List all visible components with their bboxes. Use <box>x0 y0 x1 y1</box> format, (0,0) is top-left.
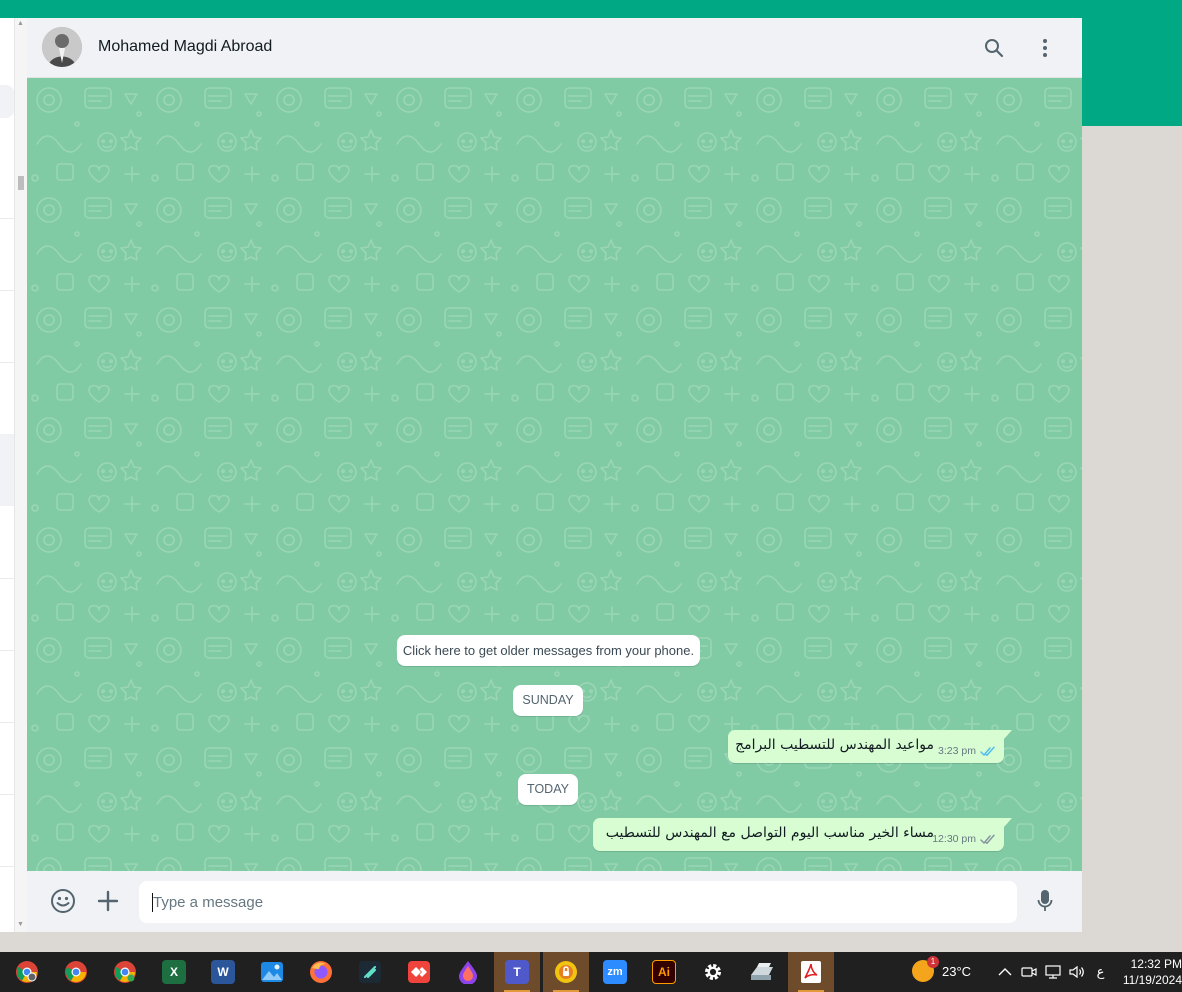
illustrator-icon: Ai <box>652 960 676 984</box>
sidebar-divider <box>0 578 14 579</box>
taskbar-app-teams[interactable]: T <box>494 952 540 992</box>
avatar[interactable] <box>42 27 82 67</box>
chrome-icon <box>114 961 136 983</box>
vpn-icon <box>555 961 577 983</box>
excel-icon: X <box>162 960 186 984</box>
system-tray: ع <box>996 962 1109 982</box>
taskbar-app-illustrator[interactable]: Ai <box>641 952 687 992</box>
drop-icon <box>459 961 477 984</box>
sidebar-divider <box>0 722 14 723</box>
compose-bar <box>27 871 1082 932</box>
taskbar-app-drop[interactable] <box>445 952 491 992</box>
weather-widget[interactable]: 1 23°C <box>912 956 972 982</box>
search-icon[interactable] <box>981 35 1007 61</box>
sidebar-divider <box>0 362 14 363</box>
attach-plus-icon[interactable] <box>94 887 122 915</box>
anydesk-icon <box>408 961 430 983</box>
text-caret <box>152 893 153 912</box>
sidebar-divider <box>0 290 14 291</box>
message-list[interactable]: Click here to get older messages from yo… <box>27 78 1082 871</box>
date-divider-today: TODAY <box>518 774 578 805</box>
taskbar-clock[interactable]: 12:32 PM 11/19/2024 <box>1118 956 1182 988</box>
clock-time: 12:32 PM <box>1130 957 1182 971</box>
read-ticks-icon <box>980 834 995 844</box>
outgoing-message[interactable]: مواعيد المهندس للتسطيب البرامج 3:23 pm <box>728 730 1012 763</box>
input-language-indicator[interactable]: ع <box>1092 962 1109 982</box>
message-text: مساء الخير مناسب اليوم التواصل مع المهند… <box>605 825 934 841</box>
taskbar-app-vpn[interactable] <box>543 952 589 992</box>
sidebar-divider <box>0 866 14 867</box>
camera-meet-icon[interactable] <box>1020 962 1037 982</box>
firefox-icon <box>310 961 332 983</box>
taskbar-app-word[interactable]: W <box>200 952 246 992</box>
photos-icon <box>261 962 283 982</box>
clock-date: 11/19/2024 <box>1122 973 1182 987</box>
taskbar: X W T zm Ai 1 23°C ع 12:32 PM 11/19/2024 <box>0 952 1182 992</box>
message-list-scrollbar[interactable] <box>1074 78 1082 871</box>
taskbar-app-scanner[interactable] <box>739 952 785 992</box>
chat-window: Mohamed Magdi Abroad Click here to get o… <box>27 18 1082 932</box>
weather-badge: 1 <box>927 956 939 968</box>
network-icon[interactable] <box>1044 962 1061 982</box>
read-ticks-icon <box>980 746 995 756</box>
taskbar-app-settings[interactable] <box>690 952 736 992</box>
acrobat-icon <box>801 961 821 983</box>
chat-header[interactable]: Mohamed Magdi Abroad <box>27 18 1082 78</box>
weather-sun-icon: 1 <box>912 956 939 982</box>
chrome-icon <box>65 961 87 983</box>
weather-temperature: 23°C <box>942 963 972 979</box>
taskbar-app-zoom[interactable]: zm <box>592 952 638 992</box>
taskbar-app-chrome-web[interactable] <box>102 952 148 992</box>
menu-kebab-icon[interactable] <box>1032 35 1058 61</box>
message-meta: 12:30 pm <box>932 833 996 845</box>
desktop-background <box>1082 126 1182 952</box>
gear-icon <box>705 964 721 980</box>
contact-name[interactable]: Mohamed Magdi Abroad <box>98 38 272 56</box>
microphone-icon[interactable] <box>1031 887 1059 915</box>
sidebar-item-selected[interactable] <box>0 434 14 506</box>
taskbar-app-excel[interactable]: X <box>151 952 197 992</box>
sidebar-divider <box>0 794 14 795</box>
message-time: 12:30 pm <box>932 833 976 845</box>
sidebar-search-field[interactable] <box>0 85 14 118</box>
scroll-down-arrow-icon[interactable]: ▼ <box>17 921 24 928</box>
taskbar-app-chrome[interactable] <box>53 952 99 992</box>
message-time: 3:23 pm <box>938 745 976 757</box>
taskbar-app-acrobat[interactable] <box>788 952 834 992</box>
taskbar-app-photos[interactable] <box>249 952 295 992</box>
sidebar-scroll-thumb[interactable] <box>18 176 24 190</box>
tray-overflow-chevron-up-icon[interactable] <box>996 962 1013 982</box>
taskbar-app-chrome-profile[interactable] <box>4 952 50 992</box>
teams-icon: T <box>505 960 529 984</box>
taskbar-app-filmora[interactable] <box>347 952 393 992</box>
message-meta: 3:23 pm <box>938 745 996 757</box>
taskbar-app-anydesk[interactable] <box>396 952 442 992</box>
date-divider-sunday: SUNDAY <box>513 685 583 716</box>
message-text: مواعيد المهندس للتسطيب البرامج <box>735 737 934 753</box>
zoom-icon: zm <box>603 960 627 984</box>
sidebar-divider <box>0 650 14 651</box>
chrome-icon <box>16 961 38 983</box>
outgoing-message[interactable]: مساء الخير مناسب اليوم التواصل مع المهند… <box>593 818 1012 851</box>
emoji-icon[interactable] <box>49 887 77 915</box>
message-input[interactable] <box>139 881 1017 923</box>
sidebar-scrollbar[interactable]: ▲ ▼ <box>14 18 27 932</box>
scanner-icon <box>751 963 773 980</box>
word-icon: W <box>211 960 235 984</box>
taskbar-app-firefox[interactable] <box>298 952 344 992</box>
sidebar-divider <box>0 218 14 219</box>
scroll-up-arrow-icon[interactable]: ▲ <box>17 20 24 27</box>
volume-icon[interactable] <box>1068 962 1085 982</box>
filmora-icon <box>359 961 381 983</box>
load-older-messages-button[interactable]: Click here to get older messages from yo… <box>397 635 700 666</box>
chat-list-sidebar: ▲ ▼ <box>0 18 27 932</box>
